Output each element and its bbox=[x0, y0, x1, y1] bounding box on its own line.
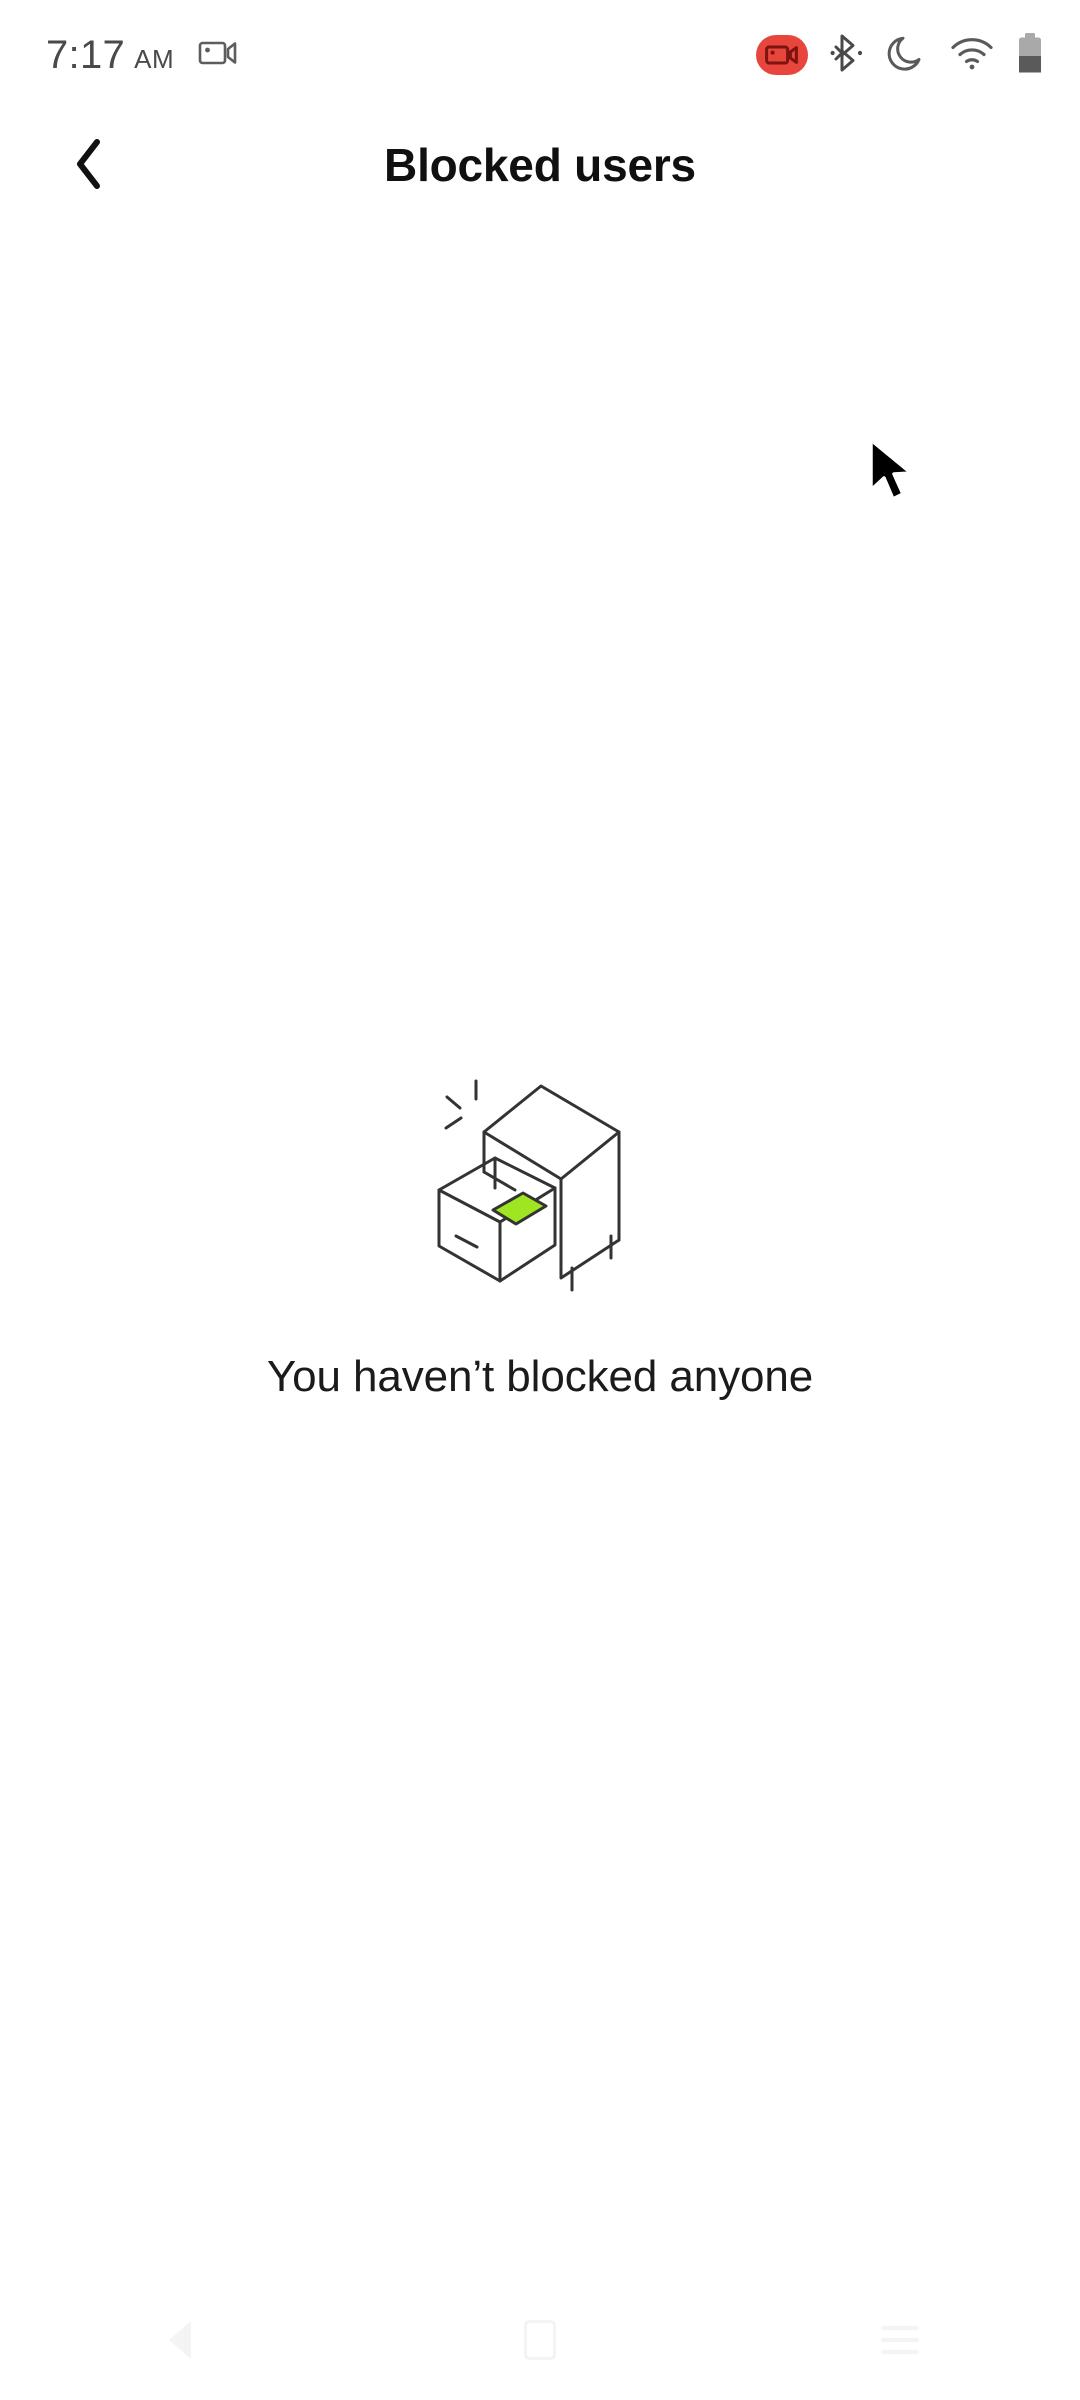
square-home-icon bbox=[524, 2320, 556, 2360]
screen-record-camera-icon bbox=[198, 37, 238, 74]
mouse-pointer bbox=[866, 437, 926, 509]
nav-home-button[interactable] bbox=[460, 2280, 620, 2400]
lines-recents-icon bbox=[881, 2326, 919, 2354]
battery-icon bbox=[1016, 32, 1044, 79]
wifi-icon bbox=[950, 35, 994, 76]
status-bar: 7:17 AM bbox=[0, 0, 1080, 110]
nav-recents-button[interactable] bbox=[820, 2280, 980, 2400]
screen-record-active-badge-icon bbox=[756, 35, 808, 75]
system-navigation-bar bbox=[0, 2280, 1080, 2400]
page-title: Blocked users bbox=[384, 139, 696, 191]
do-not-disturb-moon-icon bbox=[886, 32, 928, 79]
status-clock: 7:17 AM bbox=[46, 35, 174, 75]
back-button[interactable] bbox=[40, 110, 140, 220]
nav-back-button[interactable] bbox=[100, 2280, 260, 2400]
phone-screen: 7:17 AM Blocked users You haven’t blocke… bbox=[0, 0, 1080, 2400]
empty-state-message: You haven’t blocked anyone bbox=[266, 1352, 814, 1401]
triangle-back-icon bbox=[169, 2321, 191, 2359]
empty-drawer-cabinet-illustration bbox=[405, 1060, 675, 1310]
chevron-left-icon bbox=[69, 134, 111, 197]
clock-period: AM bbox=[134, 44, 175, 74]
app-bar: Blocked users bbox=[0, 110, 1080, 220]
status-bar-right bbox=[756, 32, 1044, 79]
clock-time: 7:17 bbox=[46, 33, 126, 77]
empty-state: You haven’t blocked anyone bbox=[0, 1060, 1080, 1402]
status-bar-left: 7:17 AM bbox=[46, 35, 238, 75]
bluetooth-icon bbox=[830, 32, 864, 79]
